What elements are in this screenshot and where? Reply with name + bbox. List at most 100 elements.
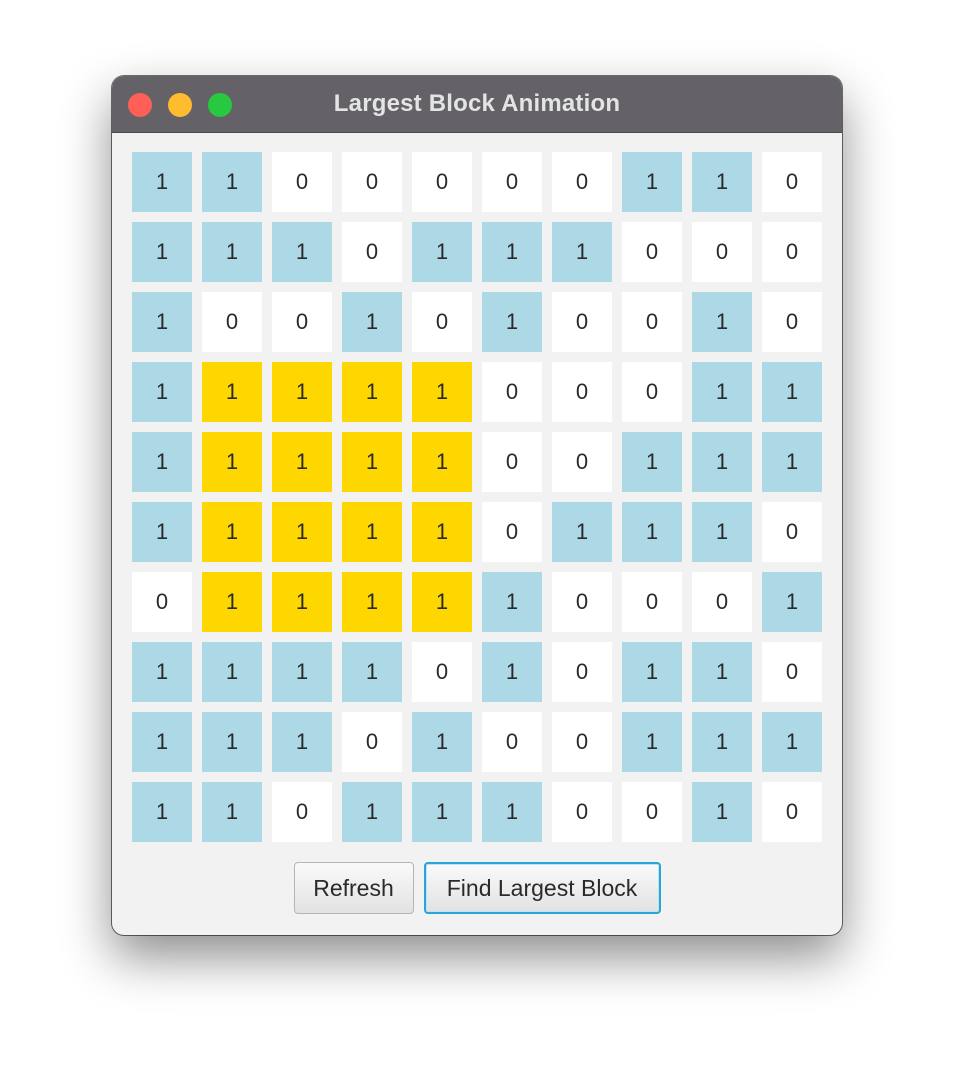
grid-cell-highlighted: 1 [342,432,402,492]
grid-cell: 0 [342,152,402,212]
grid-cell: 0 [552,152,612,212]
grid-cell: 0 [412,152,472,212]
grid-cell: 0 [552,572,612,632]
grid-cell: 0 [482,502,542,562]
grid-cell: 1 [342,292,402,352]
grid-cell: 1 [482,642,542,702]
grid-cell-highlighted: 1 [272,432,332,492]
app-window: Largest Block Animation 1100000110111011… [112,76,842,935]
grid-cell: 1 [412,222,472,282]
grid-cell: 1 [132,712,192,772]
grid-cell: 1 [132,432,192,492]
grid-cell: 1 [202,642,262,702]
grid-cell: 1 [482,222,542,282]
grid-cell: 1 [272,222,332,282]
grid-cell: 1 [622,152,682,212]
grid-cell: 1 [692,362,752,422]
grid-cell: 1 [412,782,472,842]
grid-cell: 1 [342,782,402,842]
grid-cell: 1 [202,152,262,212]
grid-cell: 0 [552,782,612,842]
grid-cell-highlighted: 1 [202,572,262,632]
grid-cell: 1 [692,712,752,772]
grid-cell-highlighted: 1 [342,502,402,562]
grid-cell-highlighted: 1 [412,432,472,492]
grid-cell: 1 [132,292,192,352]
grid-cell-highlighted: 1 [342,362,402,422]
grid-cell: 1 [692,292,752,352]
grid-cell: 1 [762,362,822,422]
grid-cell: 1 [482,782,542,842]
grid-cell: 0 [482,712,542,772]
grid-cell: 0 [622,362,682,422]
grid-cell: 0 [552,292,612,352]
grid-cell-highlighted: 1 [272,502,332,562]
grid-cell: 0 [552,642,612,702]
grid-cell: 0 [762,502,822,562]
button-bar: Refresh Find Largest Block [112,862,842,914]
grid-cell: 0 [132,572,192,632]
grid-cell: 1 [482,572,542,632]
grid-cell: 1 [132,782,192,842]
grid-cell: 0 [762,782,822,842]
grid-cell: 0 [622,572,682,632]
grid-cell: 0 [412,292,472,352]
grid-cell: 1 [202,712,262,772]
grid-cell: 1 [272,642,332,702]
grid-cell: 0 [482,362,542,422]
grid-cell: 0 [342,712,402,772]
grid-cell-highlighted: 1 [202,432,262,492]
grid-cell: 1 [132,362,192,422]
grid-cell: 0 [622,222,682,282]
binary-grid: 1100000110111011100010010100101111100011… [132,152,822,842]
title-bar[interactable]: Largest Block Animation [112,76,842,133]
grid-cell-highlighted: 1 [202,362,262,422]
grid-cell: 1 [552,222,612,282]
grid-cell: 1 [132,222,192,282]
grid-cell: 0 [482,432,542,492]
grid-cell: 1 [132,502,192,562]
grid-cell: 1 [412,712,472,772]
grid-cell: 0 [342,222,402,282]
grid-cell: 1 [132,642,192,702]
grid-cell: 1 [762,712,822,772]
grid-cell: 1 [762,432,822,492]
grid-cell: 1 [202,782,262,842]
grid-cell: 0 [552,432,612,492]
window-title: Largest Block Animation [333,90,621,117]
grid-cell: 1 [692,502,752,562]
grid-cell: 1 [692,642,752,702]
grid-cell: 1 [552,502,612,562]
find-largest-block-button[interactable]: Find Largest Block [423,862,661,914]
grid-cell: 0 [762,152,822,212]
grid-cell: 1 [132,152,192,212]
grid-cell: 0 [622,292,682,352]
grid-cell: 1 [692,152,752,212]
grid-cell-highlighted: 1 [272,572,332,632]
grid-cell: 0 [692,572,752,632]
refresh-button[interactable]: Refresh [293,862,414,914]
grid-cell: 1 [762,572,822,632]
grid-cell: 0 [762,292,822,352]
grid-cell-highlighted: 1 [412,502,472,562]
grid-cell-highlighted: 1 [272,362,332,422]
grid-cell: 1 [622,502,682,562]
grid-cell-highlighted: 1 [412,572,472,632]
grid-cell-highlighted: 1 [342,572,402,632]
grid-cell: 0 [412,642,472,702]
grid-cell: 1 [482,292,542,352]
grid-cell: 1 [622,642,682,702]
grid-cell: 0 [762,222,822,282]
grid-cell: 0 [272,782,332,842]
grid-cell: 0 [552,712,612,772]
grid-cell-highlighted: 1 [412,362,472,422]
grid-cell: 0 [692,222,752,282]
grid-cell: 0 [272,292,332,352]
grid-cell: 0 [622,782,682,842]
grid-cell: 0 [482,152,542,212]
grid-cell: 0 [272,152,332,212]
grid-cell: 0 [762,642,822,702]
grid-cell-highlighted: 1 [202,502,262,562]
grid-cell: 1 [342,642,402,702]
grid-cell: 1 [692,432,752,492]
